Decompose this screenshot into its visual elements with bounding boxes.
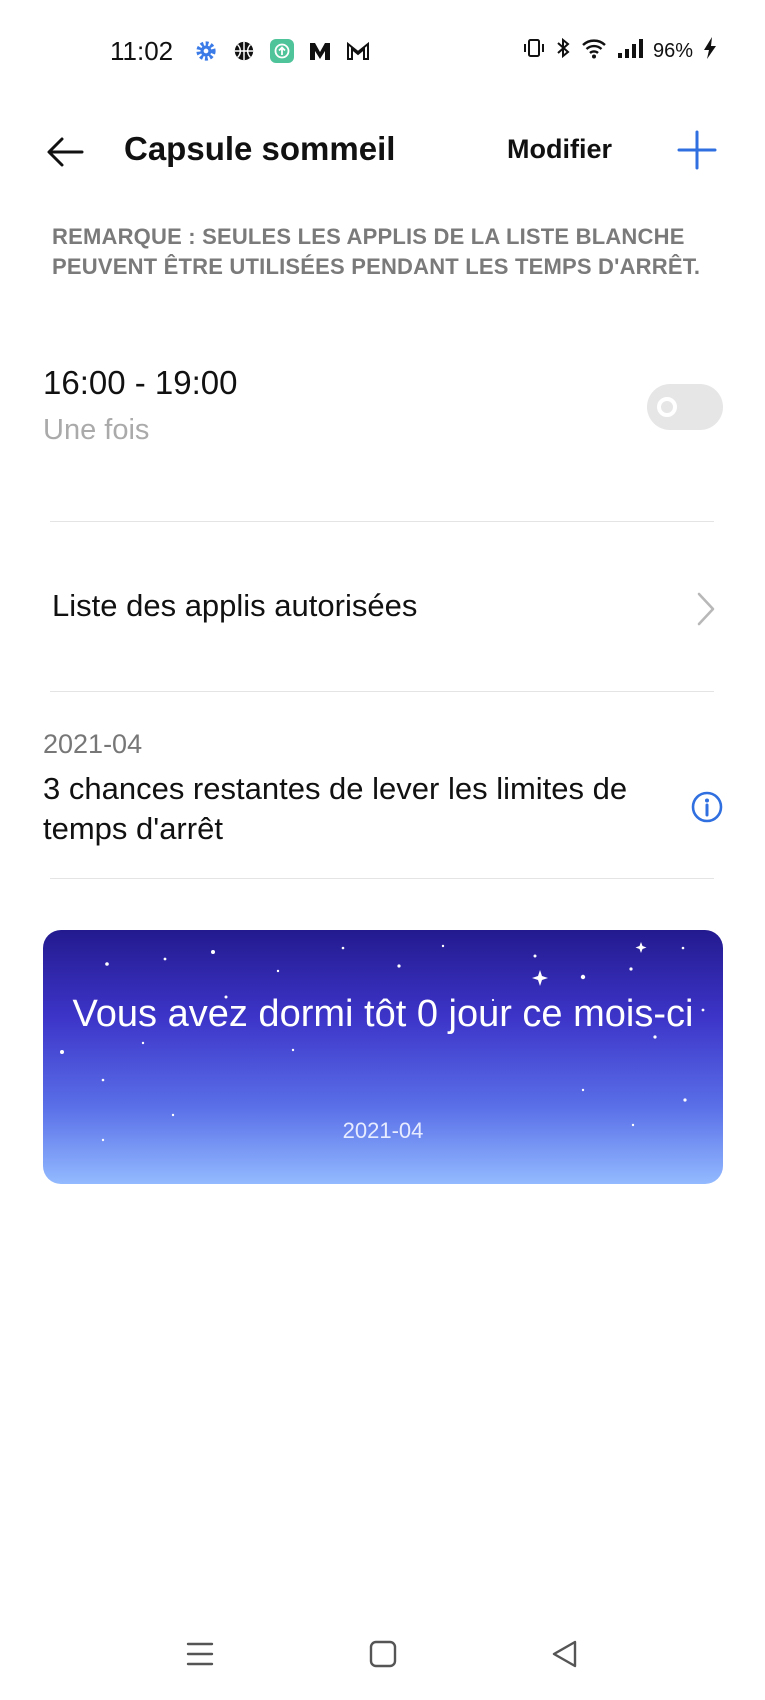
m-app-icon bbox=[307, 38, 333, 64]
toggle-knob bbox=[657, 397, 677, 417]
modify-button[interactable]: Modifier bbox=[507, 134, 612, 165]
navigation-bar bbox=[0, 1600, 765, 1700]
settings-icon bbox=[193, 38, 219, 64]
plus-icon[interactable] bbox=[675, 128, 719, 172]
schedule-time-range: 16:00 - 19:00 bbox=[43, 364, 238, 401]
divider bbox=[50, 878, 714, 879]
app-bar: Capsule sommeil Modifier bbox=[0, 110, 765, 190]
starfield-decoration bbox=[60, 942, 705, 1142]
sleep-summary-message: Vous avez dormi tôt 0 jour ce mois-ci bbox=[72, 993, 694, 1035]
charging-icon bbox=[703, 36, 717, 66]
wifi-icon bbox=[581, 37, 607, 65]
info-icon[interactable] bbox=[690, 790, 724, 824]
gmail-icon bbox=[345, 38, 371, 64]
chances-row: 2021-04 3 chances restantes de lever les… bbox=[0, 725, 765, 865]
sleep-summary-card: Vous avez dormi tôt 0 jour ce mois-ci 20… bbox=[43, 930, 723, 1184]
chances-date: 2021-04 bbox=[43, 729, 143, 759]
schedule-repeat: Une fois bbox=[43, 414, 150, 446]
divider bbox=[50, 691, 714, 692]
status-bar: 11:02 96% bbox=[0, 0, 765, 100]
schedule-toggle[interactable] bbox=[647, 384, 723, 430]
status-time: 11:02 bbox=[110, 36, 174, 66]
allowed-apps-row[interactable]: Liste des applis autorisées bbox=[0, 560, 765, 660]
back-icon[interactable] bbox=[545, 1634, 585, 1674]
system-status-icons: 96% bbox=[523, 36, 717, 66]
chevron-right-icon bbox=[694, 590, 718, 628]
home-icon[interactable] bbox=[363, 1634, 403, 1674]
battery-percentage: 96% bbox=[652, 39, 693, 62]
menu-icon[interactable] bbox=[180, 1634, 220, 1674]
notification-icons bbox=[193, 38, 371, 64]
chances-text: 3 chances restantes de lever les limites… bbox=[43, 771, 628, 846]
whitelist-note: REMARQUE : SEULES LES APPLIS DE LA LISTE… bbox=[52, 224, 701, 279]
vibrate-icon bbox=[523, 37, 545, 65]
allowed-apps-label: Liste des applis autorisées bbox=[52, 588, 418, 623]
page-title: Capsule sommeil bbox=[124, 130, 396, 167]
schedule-row[interactable]: 16:00 - 19:00 Une fois bbox=[0, 360, 765, 510]
basketball-icon bbox=[231, 38, 257, 64]
sleep-summary-date: 2021-04 bbox=[342, 1118, 424, 1143]
bluetooth-icon bbox=[555, 37, 571, 65]
back-arrow-icon[interactable] bbox=[44, 130, 88, 174]
divider bbox=[50, 521, 714, 522]
signal-icon bbox=[617, 37, 643, 65]
app-update-icon bbox=[269, 38, 295, 64]
